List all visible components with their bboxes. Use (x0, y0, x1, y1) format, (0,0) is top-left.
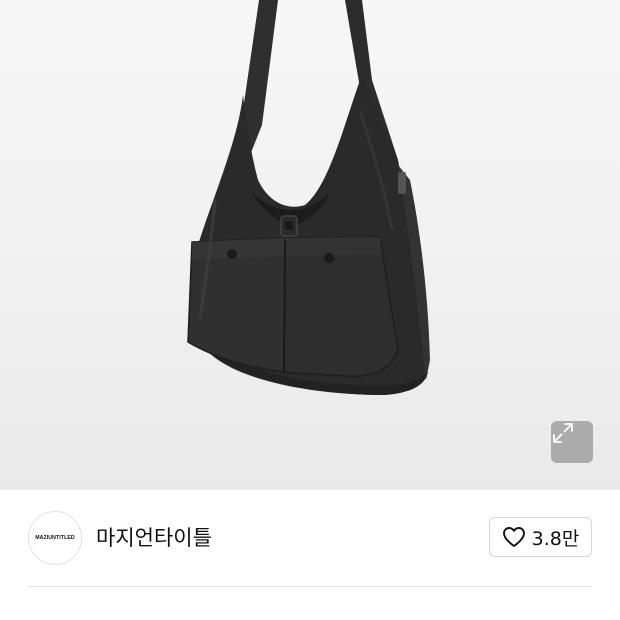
brand-row: MAZIUNTITLED 마지언타이틀 3.8만 (0, 490, 620, 586)
heart-outline-icon (502, 527, 525, 547)
like-button[interactable]: 3.8만 (489, 517, 592, 557)
like-count: 3.8만 (531, 527, 580, 550)
product-image-area[interactable] (0, 0, 620, 490)
expand-arrows-icon (553, 423, 573, 443)
divider (28, 586, 592, 587)
brand-logo[interactable]: MAZIUNTITLED (28, 511, 82, 565)
brand-name[interactable]: 마지언타이틀 (96, 522, 212, 552)
product-image-bag (187, 0, 430, 395)
expand-image-button[interactable] (551, 421, 593, 463)
brand-logo-text: MAZIUNTITLED (35, 535, 75, 541)
